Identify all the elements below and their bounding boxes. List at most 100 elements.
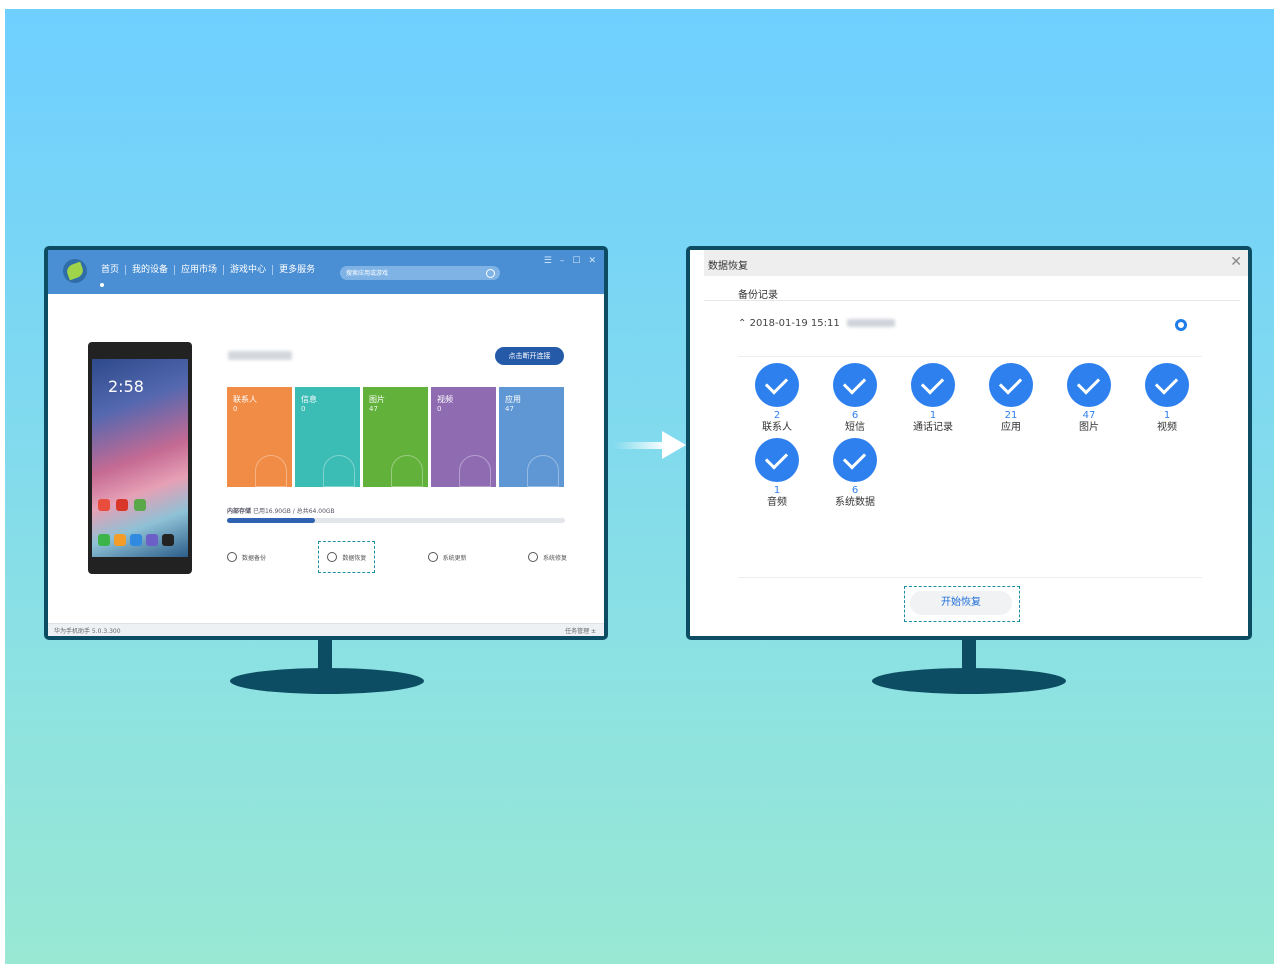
menu-icon[interactable]: ☰ [544,256,552,266]
left-monitor: 首页 我的设备 应用市场 游戏中心 更多服务 搜索应用或游戏 ☰ – ☐ ✕ 2… [44,246,608,640]
data-tiles: 联系人 0 信息 0 图片 47 视频 0 应用 47 [227,387,564,487]
storage-label: 内部存储 [227,508,252,515]
device-name-blurred [228,351,292,360]
maximize-icon[interactable]: ☐ [572,256,580,266]
restore-item-pictures[interactable]: 47 图片 [1050,363,1128,434]
item-label: 通话记录 [913,422,953,433]
system-repair-action[interactable]: 系统修复 [527,550,567,564]
tile-pictures[interactable]: 图片 47 [363,387,428,487]
item-label: 应用 [1001,422,1021,433]
check-icon[interactable] [755,438,799,482]
item-count: 21 [1004,410,1018,421]
restore-item-call-log[interactable]: 1 通话记录 [894,363,972,434]
restore-item-sms[interactable]: 6 短信 [816,363,894,434]
disconnect-button[interactable]: 点击断开连接 [495,347,564,365]
hisuite-logo [63,259,87,283]
item-label: 视频 [1157,422,1177,433]
left-monitor-base [230,668,424,694]
minimize-icon[interactable]: – [560,256,565,266]
hisuite-home-window: 首页 我的设备 应用市场 游戏中心 更多服务 搜索应用或游戏 ☰ – ☐ ✕ 2… [48,250,604,636]
tile-videos[interactable]: 视频 0 [431,387,496,487]
tile-contacts[interactable]: 联系人 0 [227,387,292,487]
tile-apps[interactable]: 应用 47 [499,387,564,487]
restore-item-audio[interactable]: 1 音频 [738,438,816,509]
illustration-background: 首页 我的设备 应用市场 游戏中心 更多服务 搜索应用或游戏 ☰ – ☐ ✕ 2… [5,9,1274,964]
start-restore-button[interactable]: 开始恢复 [910,591,1012,615]
action-label: 系统修复 [542,554,567,562]
storage-info: 内部存储 已用16.90GB / 总共64.00GB [227,506,335,515]
restore-item-apps[interactable]: 21 应用 [972,363,1050,434]
divider [738,577,1202,578]
restore-items: 2 联系人 6 短信 1 通话记录 21 应用 47 图片 1 视频 1 音频 6 系统数据 [738,363,1218,509]
backup-action[interactable]: 数据备份 [227,550,266,564]
system-update-action[interactable]: 系统更新 [427,550,467,564]
item-label: 系统数据 [835,497,875,508]
check-icon[interactable] [755,363,799,407]
phone-clock: 2:58 [108,377,144,396]
restore-action[interactable]: 数据恢复 [318,541,376,573]
tile-messages[interactable]: 信息 0 [295,387,360,487]
data-restore-dialog: 数据恢复 ✕ 备份记录 ⌃ 2018-01-19 15:11 2 联系人 6 短信 … [690,250,1248,636]
phone-app-row [98,499,146,511]
dialog-header: 数据恢复 ✕ [704,250,1248,276]
check-icon[interactable] [989,363,1033,407]
chevron-up-icon[interactable]: ⌃ [738,318,746,329]
item-count: 6 [851,410,859,421]
update-icon [427,552,438,562]
record-time: 2018-01-19 15:11 [749,318,840,329]
status-bar: 华为手机助手 5.0.3.300 任务管理 ± [48,623,604,636]
start-button-highlight: 开始恢复 [904,586,1020,622]
nav-more-services[interactable]: 更多服务 [273,265,321,275]
storage-detail: 已用16.90GB / 总共64.00GB [252,508,335,515]
search-input[interactable]: 搜索应用或游戏 [340,266,500,280]
version-text: 华为手机助手 5.0.3.300 [54,628,121,635]
item-label: 图片 [1079,422,1099,433]
tile-label: 图片 [369,395,385,404]
divider [738,356,1202,357]
arrow-right-icon [662,431,686,459]
record-radio-selected[interactable] [1175,319,1187,331]
message-icon [323,455,355,487]
tile-count: 0 [233,405,238,413]
arrow-shaft [614,442,666,449]
restore-item-contacts[interactable]: 2 联系人 [738,363,816,434]
check-icon[interactable] [1145,363,1189,407]
divider [704,300,1240,301]
close-icon[interactable]: ✕ [588,256,596,266]
check-icon[interactable] [1067,363,1111,407]
item-label: 联系人 [762,422,792,433]
backup-record[interactable]: ⌃ 2018-01-19 15:11 [738,318,895,329]
nav-app-market[interactable]: 应用市场 [175,265,225,275]
item-count: 1 [773,485,781,496]
right-monitor: 数据恢复 ✕ 备份记录 ⌃ 2018-01-19 15:11 2 联系人 6 短信 … [686,246,1252,640]
tile-label: 信息 [301,395,317,404]
active-nav-indicator [100,283,104,287]
tile-count: 47 [369,405,378,413]
restore-item-videos[interactable]: 1 视频 [1128,363,1206,434]
item-count: 2 [773,410,781,421]
record-device-blurred [846,319,895,327]
video-icon [459,455,491,487]
task-manager-link[interactable]: 任务管理 ± [565,626,596,635]
storage-progress-bar [227,518,565,523]
phone-screen: 2:58 [92,359,188,557]
right-monitor-base [872,668,1066,694]
check-icon[interactable] [911,363,955,407]
restore-item-system-data[interactable]: 6 系统数据 [816,438,894,509]
window-controls: ☰ – ☐ ✕ [544,256,596,266]
nav-home[interactable]: 首页 [95,265,127,275]
backup-records-label: 备份记录 [738,290,778,301]
check-icon[interactable] [833,438,877,482]
tile-count: 47 [505,405,514,413]
restore-icon [327,552,338,562]
action-row: 数据备份 数据恢复 系统更新 系统修复 [227,541,567,573]
search-placeholder: 搜索应用或游戏 [346,270,389,277]
nav-my-device[interactable]: 我的设备 [126,265,176,275]
item-label: 短信 [845,422,865,433]
search-icon[interactable] [486,269,495,278]
nav-game-center[interactable]: 游戏中心 [224,265,274,275]
backup-icon [227,552,237,562]
item-count: 6 [851,485,859,496]
check-icon[interactable] [833,363,877,407]
close-icon[interactable]: ✕ [1230,254,1242,270]
